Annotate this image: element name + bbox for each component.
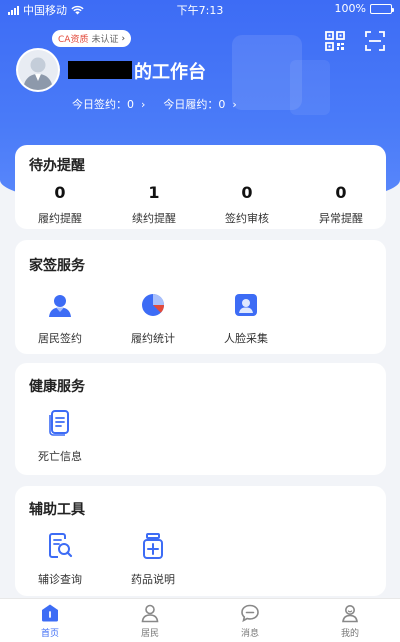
todo-item-abnormal-reminder[interactable]: 0 异常提醒 — [301, 183, 381, 226]
tab-messages[interactable]: 消息 — [215, 603, 285, 639]
battery-icon — [370, 3, 394, 14]
ca-certification-badge[interactable]: CA资质 未认证 › — [52, 30, 132, 47]
chevron-right-icon: › — [232, 98, 237, 111]
medicine-info-button[interactable]: 药品说明 — [118, 531, 188, 587]
chat-bubble-icon — [241, 604, 259, 623]
todo-card-title: 待办提醒 — [29, 158, 85, 174]
aux-tools-title: 辅助工具 — [29, 502, 85, 518]
avatar[interactable] — [16, 48, 60, 92]
today-sign-stat[interactable]: 今日签约：0 › — [72, 96, 145, 112]
tab-residents[interactable]: 居民 — [115, 603, 185, 639]
face-id-icon — [235, 294, 257, 316]
status-bar: 中国移动 下午7:13 100% — [0, 0, 400, 18]
chevron-right-icon: › — [141, 98, 146, 111]
health-service-card: 健康服务 死亡信息 — [15, 363, 386, 475]
page-title: 的工作台 — [134, 62, 206, 83]
todo-item-renew-reminder[interactable]: 1 续约提醒 — [114, 183, 194, 226]
aux-tools-card: 辅助工具 辅诊查询 药品说明 — [15, 486, 386, 596]
header-decoration-secondary — [290, 60, 330, 115]
today-stats: 今日签约：0 › 今日履约：0 › — [72, 96, 237, 112]
todo-item-sign-review[interactable]: 0 签约审核 — [207, 183, 287, 226]
chevron-right-icon: › — [121, 33, 126, 44]
home-icon — [42, 604, 58, 622]
profile-icon — [342, 605, 358, 623]
resident-sign-button[interactable]: 居民签约 — [25, 290, 95, 346]
redacted-name — [68, 61, 132, 79]
perform-statistics-button[interactable]: 履约统计 — [118, 290, 188, 346]
health-service-title: 健康服务 — [29, 379, 85, 395]
scan-icon[interactable] — [364, 30, 386, 52]
today-perform-stat[interactable]: 今日履约：0 › — [163, 96, 236, 112]
todo-item-perform-reminder[interactable]: 0 履约提醒 — [20, 183, 100, 226]
document-icon — [49, 410, 69, 436]
todo-card: 待办提醒 0 履约提醒 1 续约提醒 0 签约审核 0 异常提醒 — [15, 145, 386, 229]
diagnosis-query-button[interactable]: 辅诊查询 — [25, 531, 95, 587]
search-document-icon — [49, 533, 73, 558]
face-capture-button[interactable]: 人脸采集 — [211, 290, 281, 346]
medicine-bottle-icon — [143, 533, 163, 559]
pie-chart-icon — [142, 294, 165, 316]
battery-percent: 100% — [334, 2, 366, 15]
bottom-tab-bar: 首页 居民 消息 我的 — [0, 598, 400, 642]
user-avatar-icon — [18, 50, 58, 90]
tab-mine[interactable]: 我的 — [315, 603, 385, 639]
resident-user-icon — [49, 295, 71, 317]
qr-code-icon[interactable] — [324, 30, 346, 52]
family-sign-card: 家签服务 居民签约 履约统计 人脸采集 — [15, 240, 386, 354]
user-icon — [141, 604, 159, 623]
death-info-button[interactable]: 死亡信息 — [25, 408, 95, 464]
family-sign-title: 家签服务 — [29, 258, 85, 274]
tab-home[interactable]: 首页 — [15, 603, 85, 639]
